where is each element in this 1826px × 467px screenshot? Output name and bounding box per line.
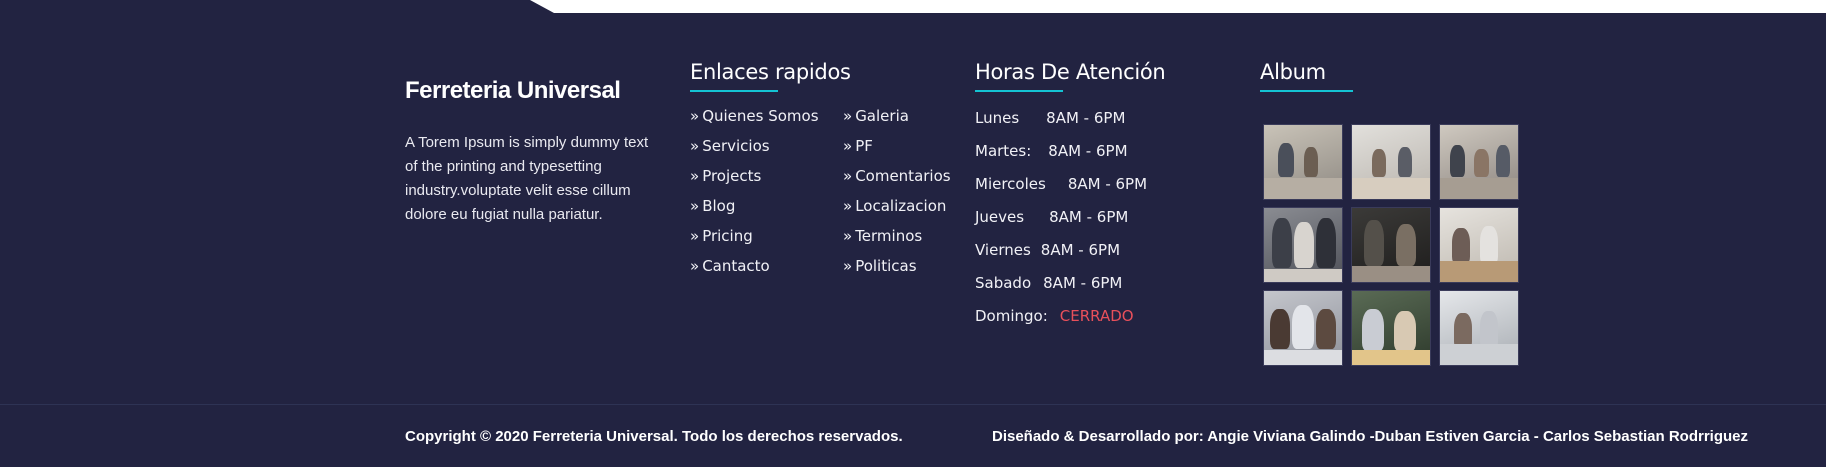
album-heading: Album xyxy=(1260,60,1326,84)
link-politicas[interactable]: » Politicas xyxy=(843,256,973,276)
double-chevron-icon: » xyxy=(690,197,700,215)
link-projects[interactable]: » Projects xyxy=(690,166,843,186)
link-label: Servicios xyxy=(702,137,770,155)
footer-section: Ferreteria Universal A Torem Ipsum is si… xyxy=(0,0,1826,467)
album-photo[interactable] xyxy=(1351,124,1431,200)
quick-links-list: » Quienes Somos » Galeria » Servicios » PF »… xyxy=(690,106,970,276)
double-chevron-icon: » xyxy=(843,227,853,245)
link-servicios[interactable]: » Servicios xyxy=(690,136,843,156)
album-photo[interactable] xyxy=(1351,207,1431,283)
link-quienes-somos[interactable]: » Quienes Somos xyxy=(690,106,843,126)
link-galeria[interactable]: » Galeria xyxy=(843,106,973,126)
link-label: Galeria xyxy=(855,107,909,125)
heading-underline xyxy=(975,90,1063,92)
hours-time: 8AM - 6PM xyxy=(1046,109,1126,127)
album-photo[interactable] xyxy=(1263,207,1343,283)
hours-time: 8AM - 6PM xyxy=(1048,142,1128,160)
hours-day: Miercoles xyxy=(975,175,1046,193)
double-chevron-icon: » xyxy=(843,107,853,125)
link-blog[interactable]: » Blog xyxy=(690,196,843,216)
hours-row: Jueves 8AM - 6PM xyxy=(975,207,1225,240)
hours-row: Domingo: CERRADO xyxy=(975,306,1225,339)
copyright-text: Copyright © 2020 Ferreteria Universal. T… xyxy=(405,428,903,445)
link-pricing[interactable]: » Pricing xyxy=(690,226,843,246)
closed-status: CERRADO xyxy=(1059,307,1134,325)
double-chevron-icon: » xyxy=(843,257,853,275)
hours-row: Viernes 8AM - 6PM xyxy=(975,240,1225,273)
double-chevron-icon: » xyxy=(690,227,700,245)
link-terminos[interactable]: » Terminos xyxy=(843,226,973,246)
hours-column: Horas De Atención Lunes 8AM - 6PM Martes:… xyxy=(975,60,1225,339)
double-chevron-icon: » xyxy=(843,137,853,155)
album-column: Album xyxy=(1260,60,1530,366)
hours-day: Martes: xyxy=(975,142,1032,160)
link-label: Blog xyxy=(702,197,736,215)
link-label: PF xyxy=(855,137,873,155)
hours-day: Domingo: xyxy=(975,307,1048,325)
hours-day: Jueves xyxy=(975,208,1025,226)
heading-underline xyxy=(690,90,778,92)
quick-links-column: Enlaces rapidos » Quienes Somos » Galeria … xyxy=(690,60,970,276)
link-comentarios[interactable]: » Comentarios xyxy=(843,166,973,186)
link-label: Terminos xyxy=(855,227,923,245)
link-label: Projects xyxy=(702,167,762,185)
double-chevron-icon: » xyxy=(843,197,853,215)
brand-column: Ferreteria Universal A Torem Ipsum is si… xyxy=(405,60,655,227)
link-cantacto[interactable]: » Cantacto xyxy=(690,256,843,276)
hours-row: Sabado 8AM - 6PM xyxy=(975,273,1225,306)
album-photo[interactable] xyxy=(1263,124,1343,200)
link-label: Localizacion xyxy=(855,197,947,215)
double-chevron-icon: » xyxy=(843,167,853,185)
link-label: Pricing xyxy=(702,227,753,245)
link-localizacion[interactable]: » Localizacion xyxy=(843,196,973,216)
brand-description: A Torem Ipsum is simply dummy text of th… xyxy=(405,134,649,223)
hours-time: 8AM - 6PM xyxy=(1067,175,1148,193)
album-photo[interactable] xyxy=(1263,290,1343,366)
footer-divider xyxy=(0,404,1826,405)
double-chevron-icon: » xyxy=(690,257,700,275)
album-photo[interactable] xyxy=(1439,290,1519,366)
link-label: Politicas xyxy=(855,257,917,275)
quick-links-heading: Enlaces rapidos xyxy=(690,60,851,84)
hours-day: Sabado xyxy=(975,274,1032,292)
link-label: Comentarios xyxy=(855,167,951,185)
hours-time: 8AM - 6PM xyxy=(1040,241,1121,259)
hours-day: Viernes xyxy=(975,241,1031,259)
link-label: Quienes Somos xyxy=(702,107,819,125)
album-photo[interactable] xyxy=(1439,124,1519,200)
double-chevron-icon: » xyxy=(690,137,700,155)
top-divider-shape xyxy=(530,0,1826,13)
hours-heading: Horas De Atención xyxy=(975,60,1166,84)
hours-row: Martes: 8AM - 6PM xyxy=(975,141,1225,174)
hours-time: 8AM - 6PM xyxy=(1049,208,1129,226)
link-pf[interactable]: » PF xyxy=(843,136,973,156)
brand-title: Ferreteria Universal xyxy=(405,77,621,104)
credits-text: Diseñado & Desarrollado por: Angie Vivia… xyxy=(991,428,1748,445)
album-photo[interactable] xyxy=(1351,290,1431,366)
link-label: Cantacto xyxy=(702,257,770,275)
hours-list: Lunes 8AM - 6PM Martes: 8AM - 6PM Miercole… xyxy=(975,108,1225,339)
album-grid xyxy=(1263,124,1530,366)
hours-day: Lunes xyxy=(975,109,1020,127)
double-chevron-icon: » xyxy=(690,107,700,125)
heading-underline xyxy=(1260,90,1353,92)
double-chevron-icon: » xyxy=(690,167,700,185)
hours-row: Lunes 8AM - 6PM xyxy=(975,108,1225,141)
album-photo[interactable] xyxy=(1439,207,1519,283)
hours-time: 8AM - 6PM xyxy=(1043,274,1123,292)
hours-row: Miercoles 8AM - 6PM xyxy=(975,174,1225,207)
